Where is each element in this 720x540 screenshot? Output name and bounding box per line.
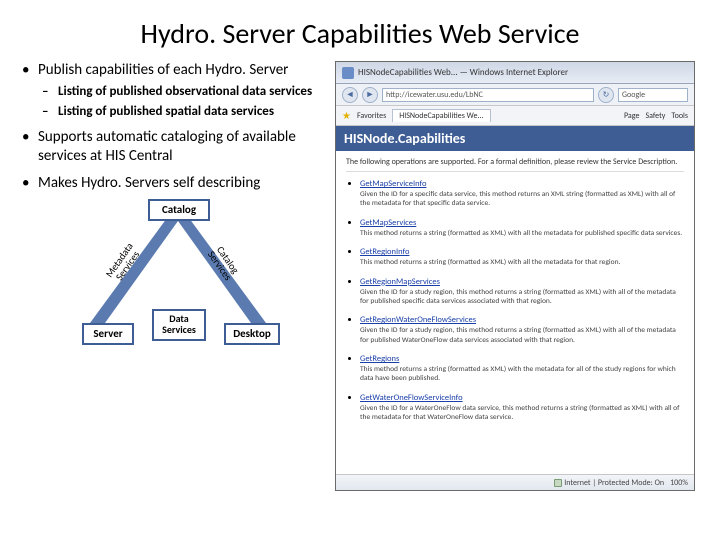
node-desktop: Desktop: [224, 323, 280, 345]
favorites-label[interactable]: Favorites: [357, 111, 386, 121]
bullet-1-sub: Listing of published observational data …: [38, 84, 327, 121]
status-bar: Internet | Protected Mode: On 100%: [336, 474, 694, 490]
service-banner: HISNode.Capabilities: [336, 126, 694, 151]
bullet-1-sub-2: Listing of published spatial data servic…: [42, 104, 327, 120]
shield-icon: [554, 479, 562, 487]
zone-text: Internet | Protected Mode: On: [564, 478, 664, 488]
slide-content: Publish capabilities of each Hydro. Serv…: [0, 61, 720, 491]
api-item: GetMapServiceInfoGiven the ID for a spec…: [360, 178, 684, 209]
api-item: GetRegionsThis method returns a string (…: [360, 353, 684, 384]
bullet-list: Publish capabilities of each Hydro. Serv…: [20, 61, 327, 193]
bullet-1: Publish capabilities of each Hydro. Serv…: [20, 61, 327, 120]
api-link[interactable]: GetRegionMapServices: [360, 277, 440, 287]
search-box[interactable]: Google: [618, 88, 688, 102]
address-bar[interactable]: http://icewater.usu.edu/LbNC: [382, 88, 594, 102]
api-link[interactable]: GetRegionInfo: [360, 247, 409, 257]
browser-window: HISNodeCapabilities Web... — Windows Int…: [335, 61, 695, 491]
api-link[interactable]: GetRegions: [360, 354, 399, 364]
triangle-diagram: Catalog Server Desktop Data Services Met…: [50, 203, 310, 353]
back-button[interactable]: ◄: [342, 87, 358, 103]
menu-safety[interactable]: Safety: [645, 111, 665, 121]
zoom-level[interactable]: 100%: [670, 478, 688, 488]
api-item: GetRegionMapServicesGiven the ID for a s…: [360, 276, 684, 307]
nav-bar: ◄ ► http://icewater.usu.edu/LbNC ↻ Googl…: [336, 84, 694, 106]
toolbar: ★ Favorites HISNodeCapabilities We... Pa…: [336, 106, 694, 126]
bullet-1-text: Publish capabilities of each Hydro. Serv…: [38, 61, 288, 79]
api-item: GetMapServicesThis method returns a stri…: [360, 217, 684, 238]
api-item: GetRegionInfoThis method returns a strin…: [360, 246, 684, 267]
node-server: Server: [82, 323, 134, 345]
api-desc: Given the ID for a study region, this me…: [360, 326, 684, 345]
api-list: GetMapServiceInfoGiven the ID for a spec…: [346, 178, 684, 423]
menu-page[interactable]: Page: [624, 111, 639, 121]
bullet-2: Supports automatic cataloging of availab…: [20, 128, 327, 166]
window-titlebar: HISNodeCapabilities Web... — Windows Int…: [336, 62, 694, 84]
api-desc: This method returns a string (formatted …: [360, 229, 684, 238]
menu-tools[interactable]: Tools: [671, 111, 688, 121]
api-link[interactable]: GetWaterOneFlowServiceInfo: [360, 393, 463, 403]
api-item: GetWaterOneFlowServiceInfoGiven the ID f…: [360, 392, 684, 423]
bullet-3: Makes Hydro. Servers self describing: [20, 174, 327, 193]
api-link[interactable]: GetRegionWaterOneFlowServices: [360, 315, 476, 325]
api-desc: This method returns a string (formatted …: [360, 258, 684, 267]
app-icon: [342, 67, 354, 79]
window-title-text: HISNodeCapabilities Web... — Windows Int…: [358, 67, 688, 78]
api-desc: Given the ID for a specific data service…: [360, 190, 684, 209]
refresh-button[interactable]: ↻: [598, 87, 614, 103]
browser-tab[interactable]: HISNodeCapabilities We...: [392, 109, 490, 122]
forward-button[interactable]: ►: [362, 87, 378, 103]
api-desc: This method returns a string (formatted …: [360, 365, 684, 384]
security-zone: Internet | Protected Mode: On: [554, 478, 664, 488]
page-body: HISNode.Capabilities The following opera…: [336, 126, 694, 474]
bullet-1-sub-1: Listing of published observational data …: [42, 84, 327, 100]
api-desc: Given the ID for a study region, this me…: [360, 288, 684, 307]
slide-title: Hydro. Server Capabilities Web Service: [0, 0, 720, 61]
api-desc: Given the ID for a WaterOneFlow data ser…: [360, 404, 684, 423]
api-link[interactable]: GetMapServiceInfo: [360, 179, 426, 189]
node-catalog: Catalog: [148, 199, 210, 221]
left-column: Publish capabilities of each Hydro. Serv…: [20, 61, 335, 491]
api-item: GetRegionWaterOneFlowServicesGiven the I…: [360, 314, 684, 345]
favorites-star-icon[interactable]: ★: [342, 109, 351, 122]
service-intro: The following operations are supported. …: [346, 157, 684, 172]
api-link[interactable]: GetMapServices: [360, 218, 416, 228]
node-data-services: Data Services: [152, 309, 206, 341]
